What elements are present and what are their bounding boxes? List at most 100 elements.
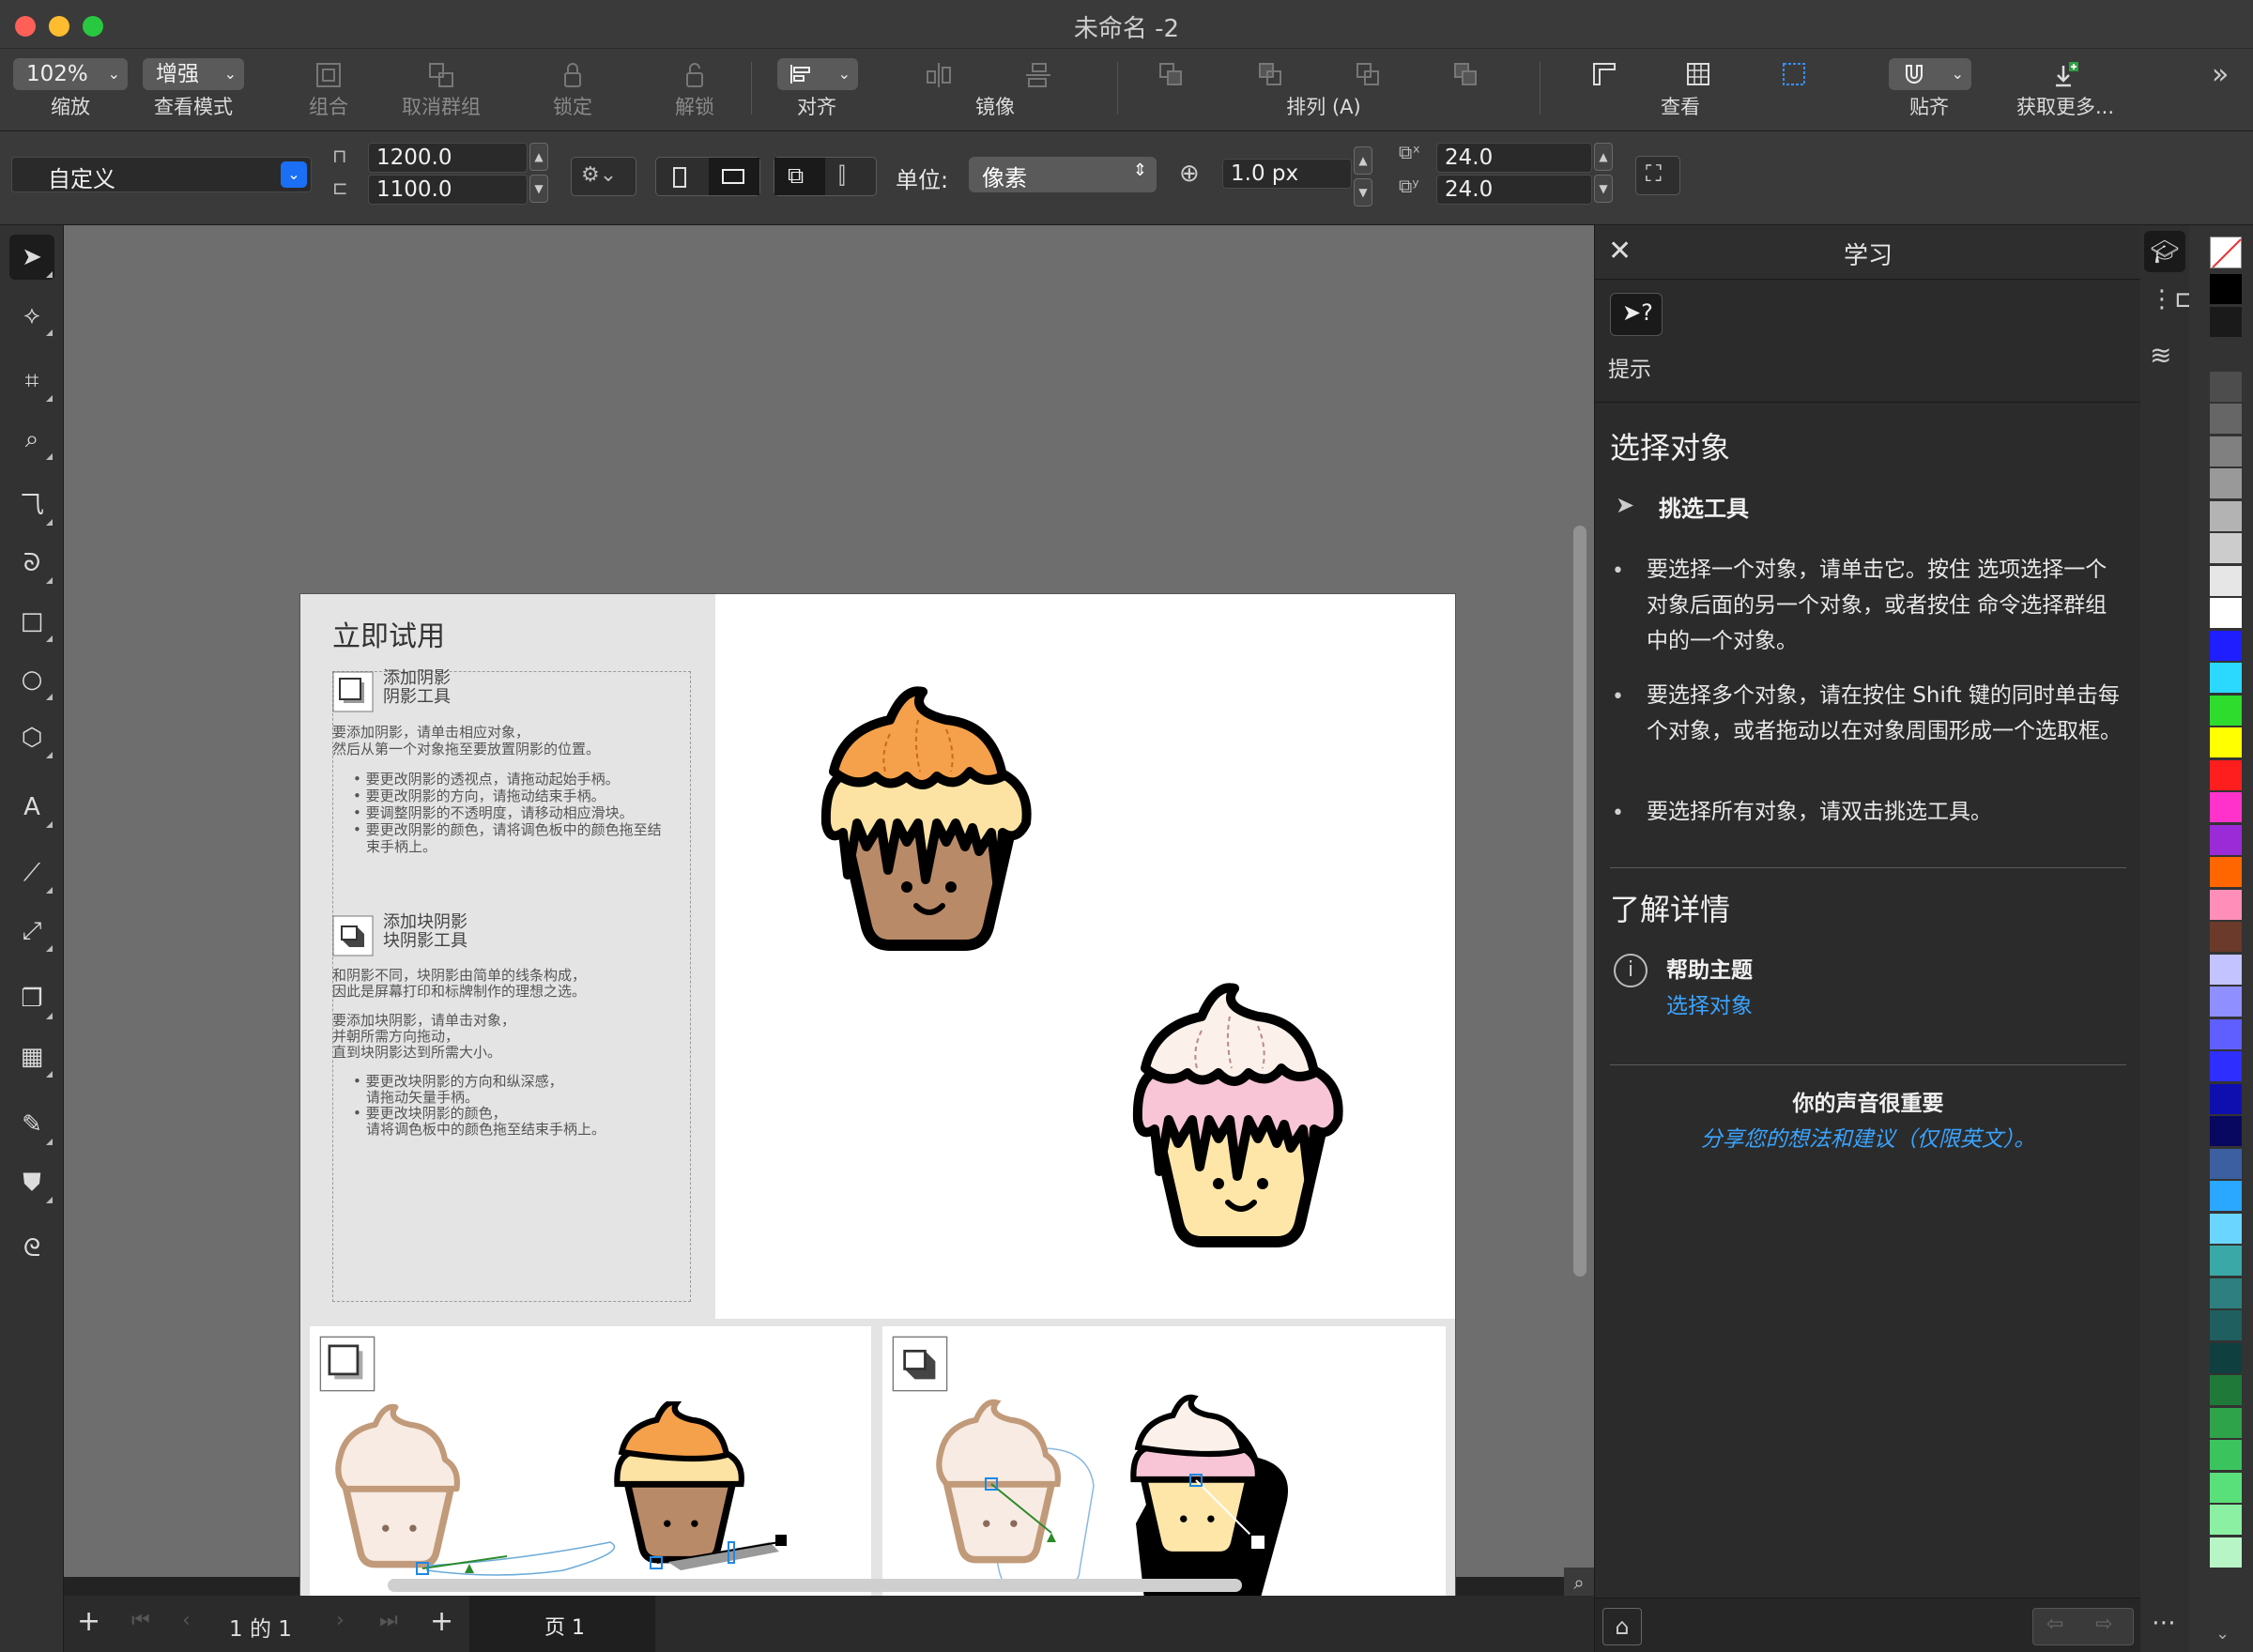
shape-tool[interactable]: ⟡: [9, 293, 54, 338]
fill-tool[interactable]: ⛊: [9, 1160, 54, 1205]
color-swatch[interactable]: [2210, 857, 2242, 887]
color-swatch[interactable]: [2210, 1342, 2242, 1373]
snap-dropdown[interactable]: ⌄: [1889, 58, 1971, 90]
palette-scroll-down-icon[interactable]: ⌄: [2215, 1624, 2230, 1644]
color-swatch[interactable]: [2210, 922, 2242, 952]
smart-fill-tool[interactable]: ᘓ: [9, 1226, 54, 1271]
align-dropdown[interactable]: ⌄: [777, 58, 858, 90]
shadow-tool[interactable]: ❐: [9, 976, 54, 1021]
last-page-icon[interactable]: ⏭: [379, 1609, 398, 1632]
color-swatch[interactable]: [2210, 663, 2242, 693]
pick-tool[interactable]: ➤: [9, 235, 54, 280]
hints-button[interactable]: ➤?: [1610, 293, 1663, 336]
color-swatch[interactable]: [2210, 468, 2242, 498]
color-swatch[interactable]: [2210, 1116, 2242, 1146]
properties-tab-icon[interactable]: ⋮⊏: [2150, 285, 2195, 314]
color-swatch[interactable]: [2210, 792, 2242, 822]
nudge-stepper[interactable]: ▲ ▼: [1354, 146, 1374, 208]
group-button[interactable]: 组合: [282, 54, 376, 126]
color-swatch[interactable]: [2210, 889, 2242, 920]
transparency-tool[interactable]: ▦: [9, 1034, 54, 1079]
forward-arrow-icon[interactable]: ⇨: [2095, 1613, 2112, 1636]
add-page-after-icon[interactable]: +: [430, 1605, 453, 1638]
connector-tool[interactable]: ⤢: [9, 909, 54, 954]
portrait-icon[interactable]: [673, 167, 686, 188]
color-swatch[interactable]: [2210, 1310, 2242, 1340]
size-stepper[interactable]: ▲ ▼: [529, 143, 550, 205]
unit-dropdown[interactable]: 像素 ⇕: [969, 157, 1157, 192]
first-page-icon[interactable]: ⏮: [131, 1609, 150, 1632]
cupcake-orange[interactable]: [815, 682, 1040, 955]
page-size-options-button[interactable]: ⚙⌄: [571, 157, 636, 196]
duplicate-y-field[interactable]: 24.0: [1436, 175, 1592, 205]
color-swatch[interactable]: [2210, 1181, 2242, 1211]
color-swatch[interactable]: [2210, 500, 2242, 531]
color-swatch[interactable]: [2210, 824, 2242, 855]
color-swatch[interactable]: [2210, 954, 2242, 985]
stepper-down[interactable]: ▼: [1354, 178, 1372, 206]
page-height-field[interactable]: 1100.0: [368, 175, 528, 205]
color-swatch[interactable]: [2210, 436, 2242, 467]
color-swatch[interactable]: [2210, 339, 2242, 369]
color-swatch[interactable]: [2210, 1440, 2242, 1470]
color-swatch[interactable]: [2210, 1375, 2242, 1405]
add-page-before-icon[interactable]: +: [77, 1605, 100, 1638]
crop-tool[interactable]: ⌗: [9, 359, 54, 404]
get-more-button[interactable]: 获取更多...: [2000, 54, 2131, 126]
next-page-icon[interactable]: ›: [336, 1609, 345, 1632]
stepper-down[interactable]: ▼: [529, 175, 548, 203]
no-color-swatch[interactable]: [2210, 237, 2242, 268]
overflow-chevron-icon[interactable]: »: [2212, 58, 2229, 91]
horizontal-scrollbar[interactable]: [388, 1579, 1242, 1592]
color-swatch[interactable]: [2210, 1051, 2242, 1081]
color-swatch[interactable]: [2210, 1505, 2242, 1535]
feedback-link[interactable]: 分享您的想法和建议（仅限英文）。: [1595, 1121, 2141, 1153]
view-mode-dropdown[interactable]: 增强 ⌄: [143, 58, 244, 90]
arrange-control[interactable]: 排列 (A): [1126, 54, 1521, 126]
page-width-field[interactable]: 1200.0: [368, 143, 528, 173]
lock-button[interactable]: 锁定: [526, 54, 620, 126]
help-topic-link[interactable]: 选择对象: [1666, 987, 1753, 1019]
orientation-group[interactable]: [655, 157, 760, 196]
landscape-button[interactable]: [709, 158, 759, 195]
duplicate-x-field[interactable]: 24.0: [1436, 143, 1592, 173]
color-swatch[interactable]: [2210, 1277, 2242, 1308]
color-swatch[interactable]: [2210, 1537, 2242, 1568]
polygon-tool[interactable]: ⬡: [9, 715, 54, 760]
color-swatch[interactable]: [2210, 274, 2242, 304]
view-control[interactable]: 查看: [1558, 54, 1840, 126]
cupcake-pink[interactable]: [1126, 979, 1352, 1251]
nudge-distance-field[interactable]: 1.0 px: [1222, 159, 1352, 189]
page-tab[interactable]: 页 1: [469, 1596, 655, 1652]
color-swatch[interactable]: [2210, 533, 2242, 563]
eyedropper-tool[interactable]: ✎: [9, 1102, 54, 1147]
snap-control[interactable]: ⌄ 贴齐: [1878, 54, 1981, 126]
color-swatch[interactable]: [2210, 565, 2242, 596]
ungroup-button[interactable]: 取消群组: [376, 54, 507, 126]
color-swatch[interactable]: [2210, 371, 2242, 402]
align-control[interactable]: ⌄ 对齐: [770, 54, 864, 126]
view-mode-control[interactable]: 增强 ⌄ 查看模式: [137, 54, 250, 126]
stepper-up[interactable]: ▲: [1594, 143, 1613, 171]
color-swatch[interactable]: [2210, 598, 2242, 628]
unlock-button[interactable]: 解锁: [648, 54, 742, 126]
zoom-dropdown[interactable]: 102% ⌄: [13, 58, 128, 90]
dimension-tool[interactable]: ⟋: [9, 850, 54, 895]
zoom-navigator-icon[interactable]: ⌕: [1564, 1568, 1594, 1598]
artistic-media-tool[interactable]: ᘐ: [9, 541, 54, 586]
color-swatch[interactable]: [2210, 1083, 2242, 1114]
page-preset-dropdown[interactable]: 自定义 ⌄: [11, 157, 312, 192]
freehand-tool[interactable]: ⺄: [9, 482, 54, 528]
color-swatch[interactable]: [2210, 695, 2242, 726]
color-swatch[interactable]: [2210, 404, 2242, 434]
stepper-up[interactable]: ▲: [529, 143, 548, 171]
vertical-scrollbar[interactable]: [1573, 526, 1586, 1277]
color-swatch[interactable]: [2210, 987, 2242, 1017]
duplicate-stepper[interactable]: ▲ ▼: [1594, 143, 1615, 205]
page-layout-group[interactable]: ⧉ ⫿: [774, 157, 877, 196]
color-swatch[interactable]: [2210, 1246, 2242, 1276]
current-page-icon[interactable]: ⫿: [838, 162, 846, 189]
learn-tab-icon[interactable]: 🎓︎: [2144, 231, 2185, 272]
prev-page-icon[interactable]: ‹: [182, 1609, 191, 1632]
rectangle-tool[interactable]: □: [9, 599, 54, 644]
